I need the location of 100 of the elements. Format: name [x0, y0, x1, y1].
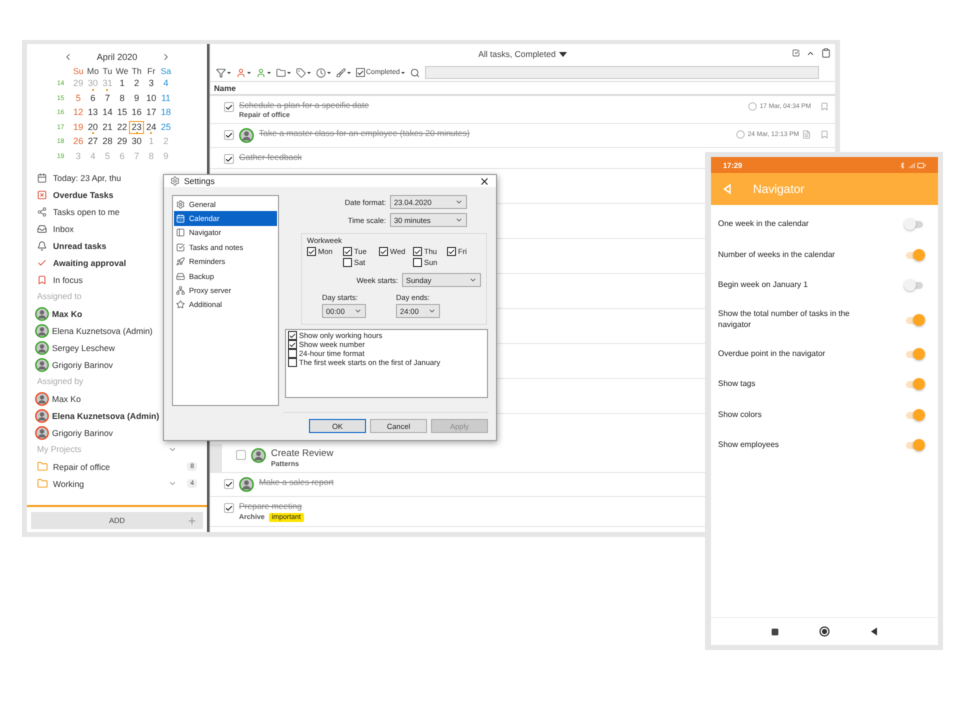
calendar-day[interactable]: 13 [86, 106, 100, 120]
avatar-icon [35, 392, 49, 406]
clock-button[interactable] [316, 68, 331, 78]
recent-apps-icon[interactable] [771, 628, 779, 636]
checkbox[interactable] [413, 258, 422, 267]
toggle-switch[interactable] [904, 346, 926, 361]
document-icon [802, 130, 811, 139]
task-title[interactable]: Make a sales report [259, 477, 334, 487]
setting-label: Show colors [718, 410, 762, 420]
calendar-icon [37, 172, 47, 182]
setting-label: Begin week on January 1 [718, 280, 808, 290]
task-title[interactable]: Create Review [271, 448, 334, 459]
task-title[interactable]: Take a master class for an employee (takes 20 minutes) [259, 128, 470, 138]
back-nav-icon[interactable] [870, 627, 878, 636]
caret-icon [287, 72, 291, 74]
folder-icon [37, 478, 48, 489]
bell-icon [37, 240, 47, 250]
avatar-icon [35, 306, 49, 320]
toggle-switch[interactable] [904, 438, 926, 452]
owner-button[interactable] [256, 68, 271, 78]
setting-label: Show tags [718, 379, 756, 390]
avatar-icon [35, 358, 49, 372]
checkbox[interactable] [379, 247, 388, 256]
calendar-day[interactable]: 22 [114, 120, 130, 134]
calendar-day[interactable]: 8 [114, 92, 130, 105]
calendar-day[interactable]: 9 [129, 92, 144, 105]
task-checkbox[interactable] [224, 479, 234, 489]
task-title[interactable]: Gather feedback [239, 152, 302, 162]
checkbox[interactable] [413, 247, 422, 256]
checkbox[interactable] [288, 358, 297, 367]
person-name[interactable]: Elena Kuznetsova (Admin) [52, 326, 153, 336]
calendar-day[interactable]: 2 [129, 77, 144, 90]
checkbox[interactable] [288, 331, 297, 340]
calendar-day[interactable]: 23 [129, 120, 144, 134]
calendar-day[interactable]: 29 [114, 135, 130, 148]
home-icon[interactable] [819, 626, 830, 637]
calendar-day[interactable]: 6 [86, 92, 100, 105]
calendar-day[interactable]: 27 [86, 135, 100, 148]
task-title[interactable]: Schedule a plan for a specific date [239, 100, 369, 110]
person-name[interactable]: Max Ko [52, 308, 82, 318]
calendar-day[interactable]: 17 [144, 106, 159, 120]
task-checkbox[interactable] [224, 130, 234, 140]
toggle-switch[interactable] [904, 377, 926, 392]
person-name[interactable]: Max Ko [52, 394, 81, 404]
filter-button[interactable] [216, 68, 231, 78]
checkbox[interactable] [307, 247, 316, 256]
checkbox[interactable] [288, 340, 297, 349]
tag-button[interactable] [296, 68, 311, 78]
bluetooth-icon [899, 162, 906, 168]
task-title[interactable]: Prepare meeting [239, 501, 304, 511]
folder-button[interactable] [276, 68, 291, 78]
avatar-icon [35, 340, 49, 354]
signal-icon [908, 162, 915, 168]
person-name[interactable]: Grigoriy Barinov [52, 360, 113, 370]
checkbox-icon[interactable] [792, 49, 800, 57]
toggle-switch[interactable] [904, 312, 926, 326]
calendar-day[interactable]: 18 [158, 106, 174, 120]
checkbox-icon [176, 242, 185, 252]
calendar-day[interactable]: 30 [129, 135, 144, 148]
task-checkbox[interactable] [224, 102, 234, 112]
calendar-day[interactable]: 14 [100, 106, 115, 120]
calendar-day[interactable]: 10 [144, 92, 159, 105]
chevron-down-icon[interactable] [168, 445, 177, 454]
checkbox[interactable] [447, 247, 456, 256]
calendar-day[interactable]: 24 [144, 120, 159, 134]
brush-button[interactable] [336, 68, 351, 78]
view-title[interactable]: All tasks, Completed [478, 49, 567, 59]
task-checkbox[interactable] [224, 503, 234, 513]
checkbox[interactable] [343, 247, 352, 256]
calendar-day[interactable]: 3 [144, 77, 159, 90]
assignee-button[interactable] [236, 68, 251, 78]
calendar-day[interactable]: 21 [100, 120, 115, 134]
toggle-switch[interactable] [904, 408, 926, 422]
checkbox[interactable] [343, 258, 352, 267]
avatar-icon [251, 448, 266, 463]
calendar-day[interactable]: 16 [129, 106, 144, 120]
calendar-day[interactable]: 15 [114, 106, 130, 120]
calendar-day[interactable]: 28 [100, 135, 115, 148]
toggle-switch[interactable] [904, 248, 926, 262]
calendar-day[interactable]: 1 [114, 77, 130, 90]
person-name[interactable]: Elena Kuznetsova (Admin) [52, 410, 160, 420]
month-title: April 2020 [96, 52, 138, 62]
person-name[interactable]: Sergey Leschew [52, 342, 115, 352]
weekday-label: Th [130, 66, 143, 76]
weekday-label: Tu [102, 66, 114, 76]
person-name[interactable]: Grigoriy Barinov [52, 428, 113, 438]
task-checkbox[interactable] [224, 154, 234, 164]
plus-icon [187, 516, 197, 526]
task-checkbox[interactable] [236, 450, 246, 460]
checkbox[interactable] [288, 349, 297, 358]
calendar-day[interactable]: 20 [86, 120, 100, 134]
weekday-label: Sa [160, 66, 172, 76]
search-field[interactable] [424, 66, 819, 79]
setting-label: Number of weeks in the calendar [718, 250, 835, 260]
close-button[interactable] [479, 176, 490, 186]
clipboard-icon[interactable] [821, 48, 831, 58]
calendar-day[interactable]: 7 [100, 92, 115, 105]
chevron-down-icon[interactable] [168, 479, 178, 488]
folder-icon [37, 461, 48, 472]
caret-icon [347, 72, 351, 74]
